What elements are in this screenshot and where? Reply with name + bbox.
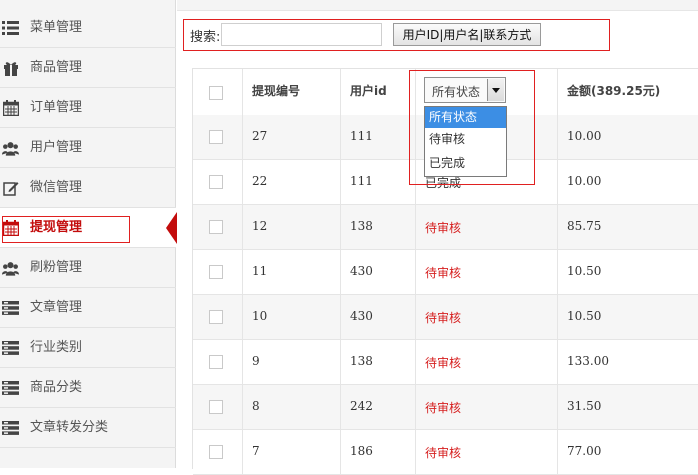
withdrawal-id: 8 [252,399,260,413]
withdrawal-id: 7 [252,444,260,458]
status-option-done[interactable]: 已完成 [425,153,506,174]
top-strip [177,0,698,11]
sidebar-item-product-category[interactable]: 商品分类 [0,368,176,408]
search-bar: 搜索: 用户ID|用户名|联系方式 [183,19,610,51]
sidebar-item-label: 微信管理 [30,180,83,195]
sidebar-item-label: 商品管理 [30,60,83,75]
select-all-checkbox[interactable] [209,86,223,100]
row-checkbox[interactable] [209,175,223,189]
server-icon [2,300,19,316]
sidebar-item-label: 菜单管理 [30,20,83,35]
header-id: 提现编号 [252,84,301,98]
users-icon [2,260,19,276]
status-option-pending[interactable]: 待审核 [425,129,506,150]
status-option-all[interactable]: 所有状态 [425,107,506,128]
server-icon [2,340,19,356]
status-text: 待审核 [425,356,462,370]
server-icon [2,380,19,396]
status-filter-select[interactable]: 所有状态 [424,77,506,103]
sidebar-item-menu[interactable]: 菜单管理 [0,8,176,48]
status-text: 待审核 [425,266,462,280]
sidebar-item-users[interactable]: 用户管理 [0,128,176,168]
gift-icon [2,60,19,76]
withdrawal-id: 22 [252,174,268,188]
table-row: 12 138 待审核 85.75 [193,205,698,250]
amount: 133.00 [567,354,609,368]
edit-icon [2,180,19,196]
table-row: 10 430 待审核 10.50 [193,295,698,340]
user-id: 430 [350,309,373,323]
user-id: 111 [350,174,373,188]
sidebar-item-wechat[interactable]: 微信管理 [0,168,176,208]
calendar-icon [2,100,19,116]
server-icon [2,420,19,436]
sidebar-item-orders[interactable]: 订单管理 [0,88,176,128]
row-checkbox[interactable] [209,310,223,324]
sidebar-item-label: 文章管理 [30,300,83,315]
sidebar-item-article-share[interactable]: 文章转发分类 [0,408,176,448]
table-row: 7 186 待审核 77.00 [193,430,698,475]
withdrawal-id: 9 [252,354,260,368]
search-input[interactable] [221,23,382,46]
user-id: 138 [350,219,373,233]
active-item-highlight [2,216,130,243]
withdrawal-id: 11 [252,264,268,278]
sidebar-item-label: 刷粉管理 [30,260,83,275]
withdrawal-id: 27 [252,129,268,143]
row-checkbox[interactable] [209,220,223,234]
sidebar-item-articles[interactable]: 文章管理 [0,288,176,328]
row-checkbox[interactable] [209,355,223,369]
row-checkbox[interactable] [209,445,223,459]
status-text: 待审核 [425,401,462,415]
sidebar-item-label: 行业类别 [30,340,83,355]
user-id: 138 [350,354,373,368]
table-row: 11 430 待审核 10.50 [193,250,698,295]
amount: 10.50 [567,309,602,323]
status-text: 待审核 [425,221,462,235]
status-filter-value: 所有状态 [432,85,481,99]
header-user-id: 用户id [350,84,387,98]
amount: 10.00 [567,174,602,188]
withdrawal-id: 10 [252,309,268,323]
search-label: 搜索: [190,30,221,45]
user-id: 430 [350,264,373,278]
row-checkbox[interactable] [209,130,223,144]
user-id: 111 [350,129,373,143]
amount: 77.00 [567,444,602,458]
list-icon [2,20,19,36]
sidebar-item-fans[interactable]: 刷粉管理 [0,248,176,288]
row-checkbox[interactable] [209,265,223,279]
header-amount: 金额(389.25元) [567,84,661,98]
amount: 10.50 [567,264,602,278]
sidebar-item-label: 文章转发分类 [30,420,109,435]
withdrawal-id: 12 [252,219,268,233]
user-id: 186 [350,444,373,458]
sidebar-item-products[interactable]: 商品管理 [0,48,176,88]
amount: 10.00 [567,129,602,143]
active-indicator-arrow [166,212,177,244]
status-text: 待审核 [425,446,462,460]
status-text: 待审核 [425,311,462,325]
sidebar-item-label: 商品分类 [30,380,83,395]
amount: 85.75 [567,219,602,233]
sidebar-item-label: 订单管理 [30,100,83,115]
table-row: 9 138 待审核 133.00 [193,340,698,385]
users-icon [2,140,19,156]
search-button[interactable]: 用户ID|用户名|联系方式 [393,23,541,46]
sidebar-item-industry[interactable]: 行业类别 [0,328,176,368]
table-row: 8 242 待审核 31.50 [193,385,698,430]
user-id: 242 [350,399,373,413]
status-filter-options: 所有状态 待审核 已完成 [424,106,507,177]
chevron-down-icon[interactable] [487,79,504,101]
row-checkbox[interactable] [209,400,223,414]
amount: 31.50 [567,399,602,413]
sidebar-item-label: 用户管理 [30,140,83,155]
